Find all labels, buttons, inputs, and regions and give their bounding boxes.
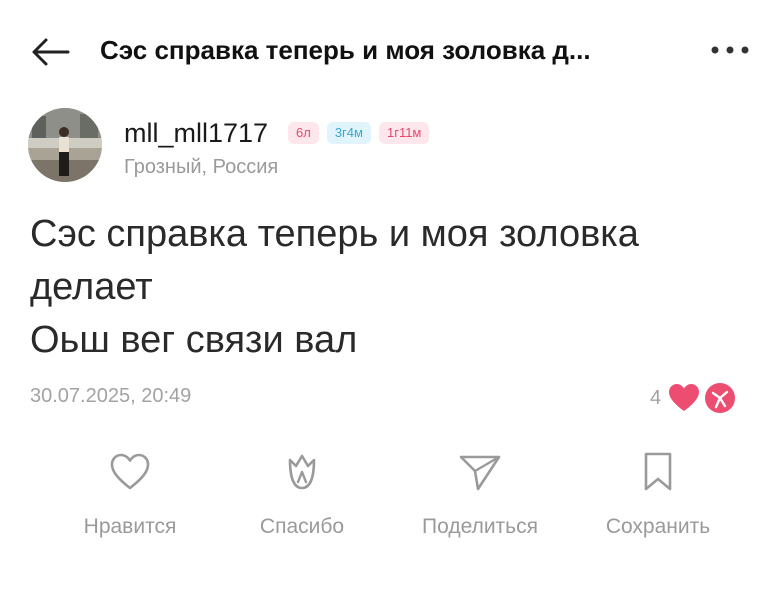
post-body: Сэс справка теперь и моя золовка делает … xyxy=(30,213,639,361)
send-icon xyxy=(459,455,501,491)
heart-icon xyxy=(669,384,700,411)
tulip-icon xyxy=(288,454,316,490)
page-title: Сэс справка теперь и моя золовка д... xyxy=(100,35,591,65)
more-horizontal-icon xyxy=(711,46,749,54)
more-button[interactable] xyxy=(704,30,756,70)
back-button[interactable] xyxy=(28,32,72,72)
child-age-badge: 1г11м xyxy=(378,122,430,144)
reaction-count: 4 xyxy=(650,386,662,409)
thanks-button[interactable]: Спасибо xyxy=(212,450,392,550)
author-block: mll_mll1717 6л 3г4м 1г11м Грозный, Росси… xyxy=(28,108,768,188)
share-label: Поделиться xyxy=(422,515,538,538)
top-bar: Сэс справка теперь и моя золовка д... xyxy=(0,0,782,100)
bookmark-icon xyxy=(644,452,672,491)
child-age-badge: 6л xyxy=(288,122,319,144)
like-button[interactable]: Нравится xyxy=(40,450,220,550)
reaction-summary[interactable]: 4 xyxy=(650,378,737,418)
share-button[interactable]: Поделиться xyxy=(390,450,570,550)
badge-group: 6л 3г4м 1г11м xyxy=(288,122,430,144)
save-button[interactable]: Сохранить xyxy=(568,450,748,550)
like-label: Нравится xyxy=(83,515,177,538)
tulip-icon xyxy=(705,383,736,413)
heart-icon xyxy=(110,453,150,490)
action-bar: Нравится Спасибо Поделиться Сохранить xyxy=(40,450,760,560)
author-location: Грозный, Россия xyxy=(124,156,279,178)
save-label: Сохранить xyxy=(605,515,711,538)
post-timestamp: 30.07.2025, 20:49 xyxy=(30,385,192,407)
author-username[interactable]: mll_mll1717 xyxy=(124,116,268,150)
arrow-left-icon xyxy=(32,38,70,66)
child-age-badge: 3г4м xyxy=(326,122,371,144)
avatar[interactable] xyxy=(28,108,102,182)
thanks-label: Спасибо xyxy=(259,515,345,538)
